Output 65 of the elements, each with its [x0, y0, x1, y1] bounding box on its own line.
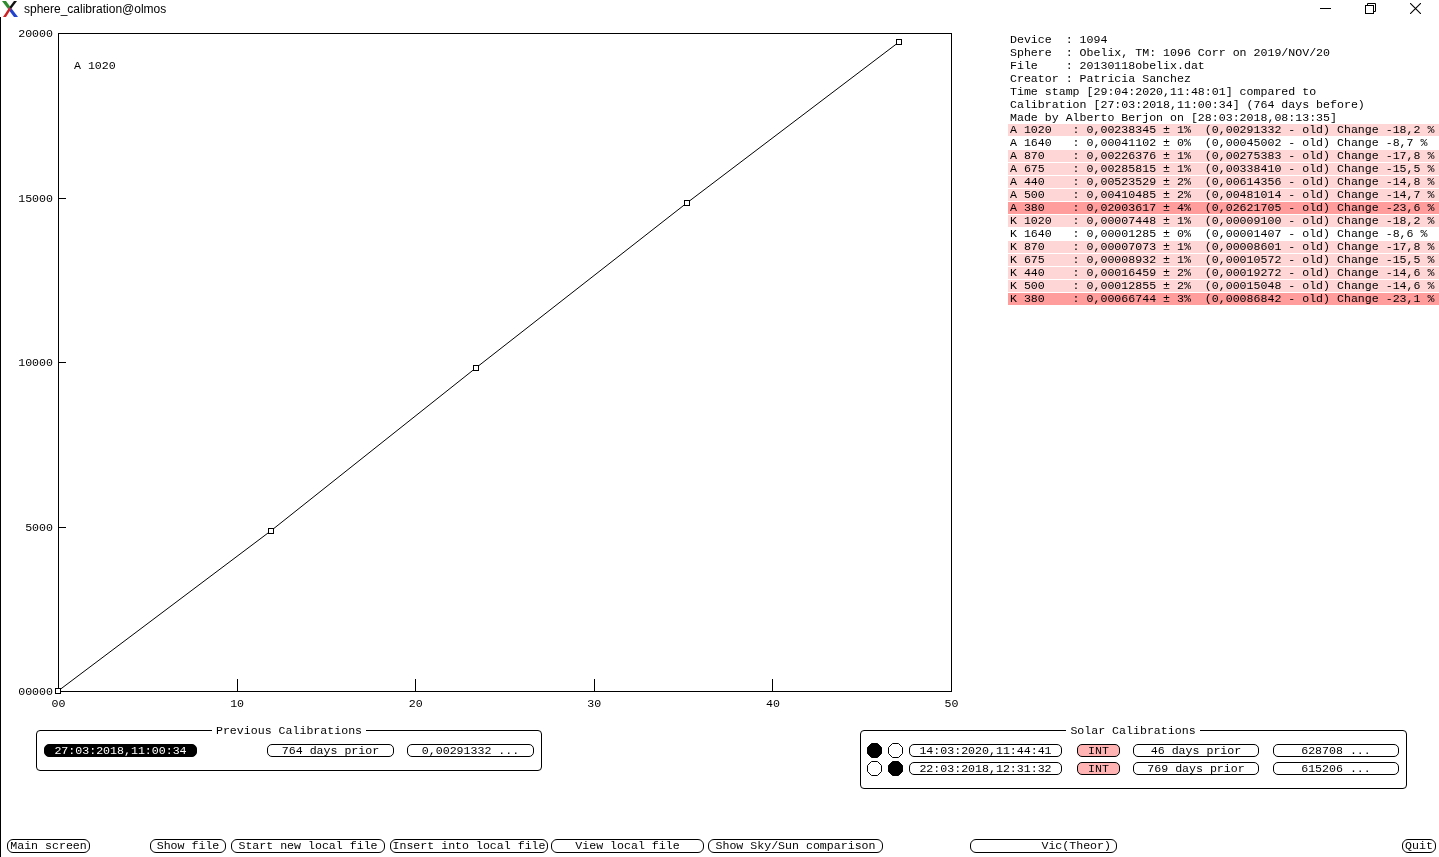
mode-button[interactable]: INT [1077, 762, 1120, 775]
info-line: Sphere : Obelix, TM: 1096 Corr on 2019/NOV/20 [1009, 46, 1331, 59]
coefficient-row: A 870 : 0,00226376 ± 1% (0,00275383 - old) Change -17,8 % [1008, 150, 1439, 162]
axis-tick-label: 50 [944, 697, 959, 710]
command-button[interactable]: Show file [150, 839, 226, 853]
coefficient-row: A 440 : 0,00523529 ± 2% (0,00614356 - old) Change -14,8 % [1008, 176, 1439, 188]
coefficient-row: A 380 : 0,02003617 ± 4% (0,02621705 - old) Change -23,6 % [1008, 202, 1439, 214]
mode-button[interactable]: INT [1077, 744, 1120, 757]
window-title: sphere_calibration@olmos [24, 1, 167, 16]
command-button[interactable]: View local file [551, 839, 704, 853]
axis-tick-label: 00000 [18, 685, 53, 698]
days-prior-button[interactable]: 769 days prior [1133, 762, 1259, 775]
command-button[interactable]: Show Sky/Sun comparison [708, 839, 883, 853]
coefficient-row: K 870 : 0,00007073 ± 1% (0,00008601 - old) Change -17,8 % [1008, 241, 1439, 253]
data-point [473, 365, 479, 371]
info-line: Calibration [27:03:2018,11:00:34] (764 days before) [1009, 98, 1365, 111]
command-button[interactable]: Main screen [7, 839, 90, 853]
days-prior-button[interactable]: 764 days prior [267, 744, 394, 757]
coefficient-row: K 380 : 0,00066744 ± 3% (0,00086842 - old) Change -23,1 % [1008, 293, 1439, 305]
value-button[interactable]: 615206 ... [1273, 762, 1399, 775]
axis-tick-label: 15000 [18, 191, 53, 205]
axis-tick-label: 10 [230, 697, 245, 710]
command-button[interactable]: Vic(Theor) [970, 839, 1117, 853]
selection-marker-icon[interactable] [888, 761, 903, 776]
coefficient-row: A 500 : 0,00410485 ± 2% (0,00481014 - old) Change -14,7 % [1008, 189, 1439, 201]
data-point [896, 39, 902, 45]
info-line: File : 20130118obelix.dat [1009, 59, 1205, 72]
info-line: Device : 1094 [1009, 33, 1108, 46]
selection-marker-icon[interactable] [888, 743, 903, 758]
axis-tick-label: 10000 [18, 356, 53, 369]
data-point [268, 528, 274, 534]
axis-tick-label: 30 [587, 697, 602, 710]
data-point [55, 688, 61, 694]
coefficient-row: K 1020 : 0,00007448 ± 1% (0,00009100 - old) Change -18,2 % [1008, 215, 1439, 227]
command-button[interactable]: Quit [1402, 839, 1436, 853]
panel-title: Previous Calibrations [214, 724, 364, 737]
coefficient-row: A 675 : 0,00285815 ± 1% (0,00338410 - old) Change -15,5 % [1008, 163, 1439, 175]
selection-marker-icon[interactable] [867, 743, 882, 758]
axis-tick-label: 20000 [18, 27, 53, 40]
info-line: Made by Alberto Berjon on [28:03:2018,08:13:35] [1009, 111, 1337, 124]
axis-tick-label: 40 [765, 697, 780, 710]
days-prior-button[interactable]: 46 days prior [1133, 744, 1259, 757]
calibration-date-item[interactable]: 27:03:2018,11:00:34 [44, 744, 197, 757]
coefficient-row: K 675 : 0,00008932 ± 1% (0,00010572 - old) Change -15,5 % [1008, 254, 1439, 266]
app-logo-icon [2, 0, 18, 17]
value-button[interactable]: 0,00291332 ... [407, 744, 534, 757]
data-point [684, 200, 690, 206]
panel-title: Solar Calibrations [1069, 724, 1197, 737]
calibration-date-item[interactable]: 22:03:2018,12:31:32 [909, 762, 1062, 775]
value-button[interactable]: 628708 ... [1273, 744, 1399, 757]
close-icon[interactable] [1410, 3, 1421, 14]
axis-tick-label: 00 [51, 697, 66, 710]
axis-tick-label: 20 [408, 697, 423, 710]
info-line: Creator : Patricia Sanchez [1009, 72, 1191, 85]
restore-icon[interactable] [1365, 3, 1376, 14]
axis-tick-label: 5000 [25, 520, 53, 534]
calibration-date-item[interactable]: 14:03:2020,11:44:41 [909, 744, 1062, 757]
coefficient-row: A 1020 : 0,00238345 ± 1% (0,00291332 - old) Change -18,2 % [1008, 124, 1439, 136]
coefficient-row: K 440 : 0,00016459 ± 2% (0,00019272 - old) Change -14,6 % [1008, 267, 1439, 279]
coefficient-row: K 500 : 0,00012855 ± 2% (0,00015048 - old) Change -14,6 % [1008, 280, 1439, 292]
chart-title: A 1020 [74, 59, 116, 72]
command-button[interactable]: Start new local file [231, 839, 385, 853]
command-button[interactable]: Insert into local file [390, 839, 548, 853]
info-line: Time stamp [29:04:2020,11:48:01] compared to [1009, 85, 1317, 98]
selection-marker-icon[interactable] [867, 761, 882, 776]
